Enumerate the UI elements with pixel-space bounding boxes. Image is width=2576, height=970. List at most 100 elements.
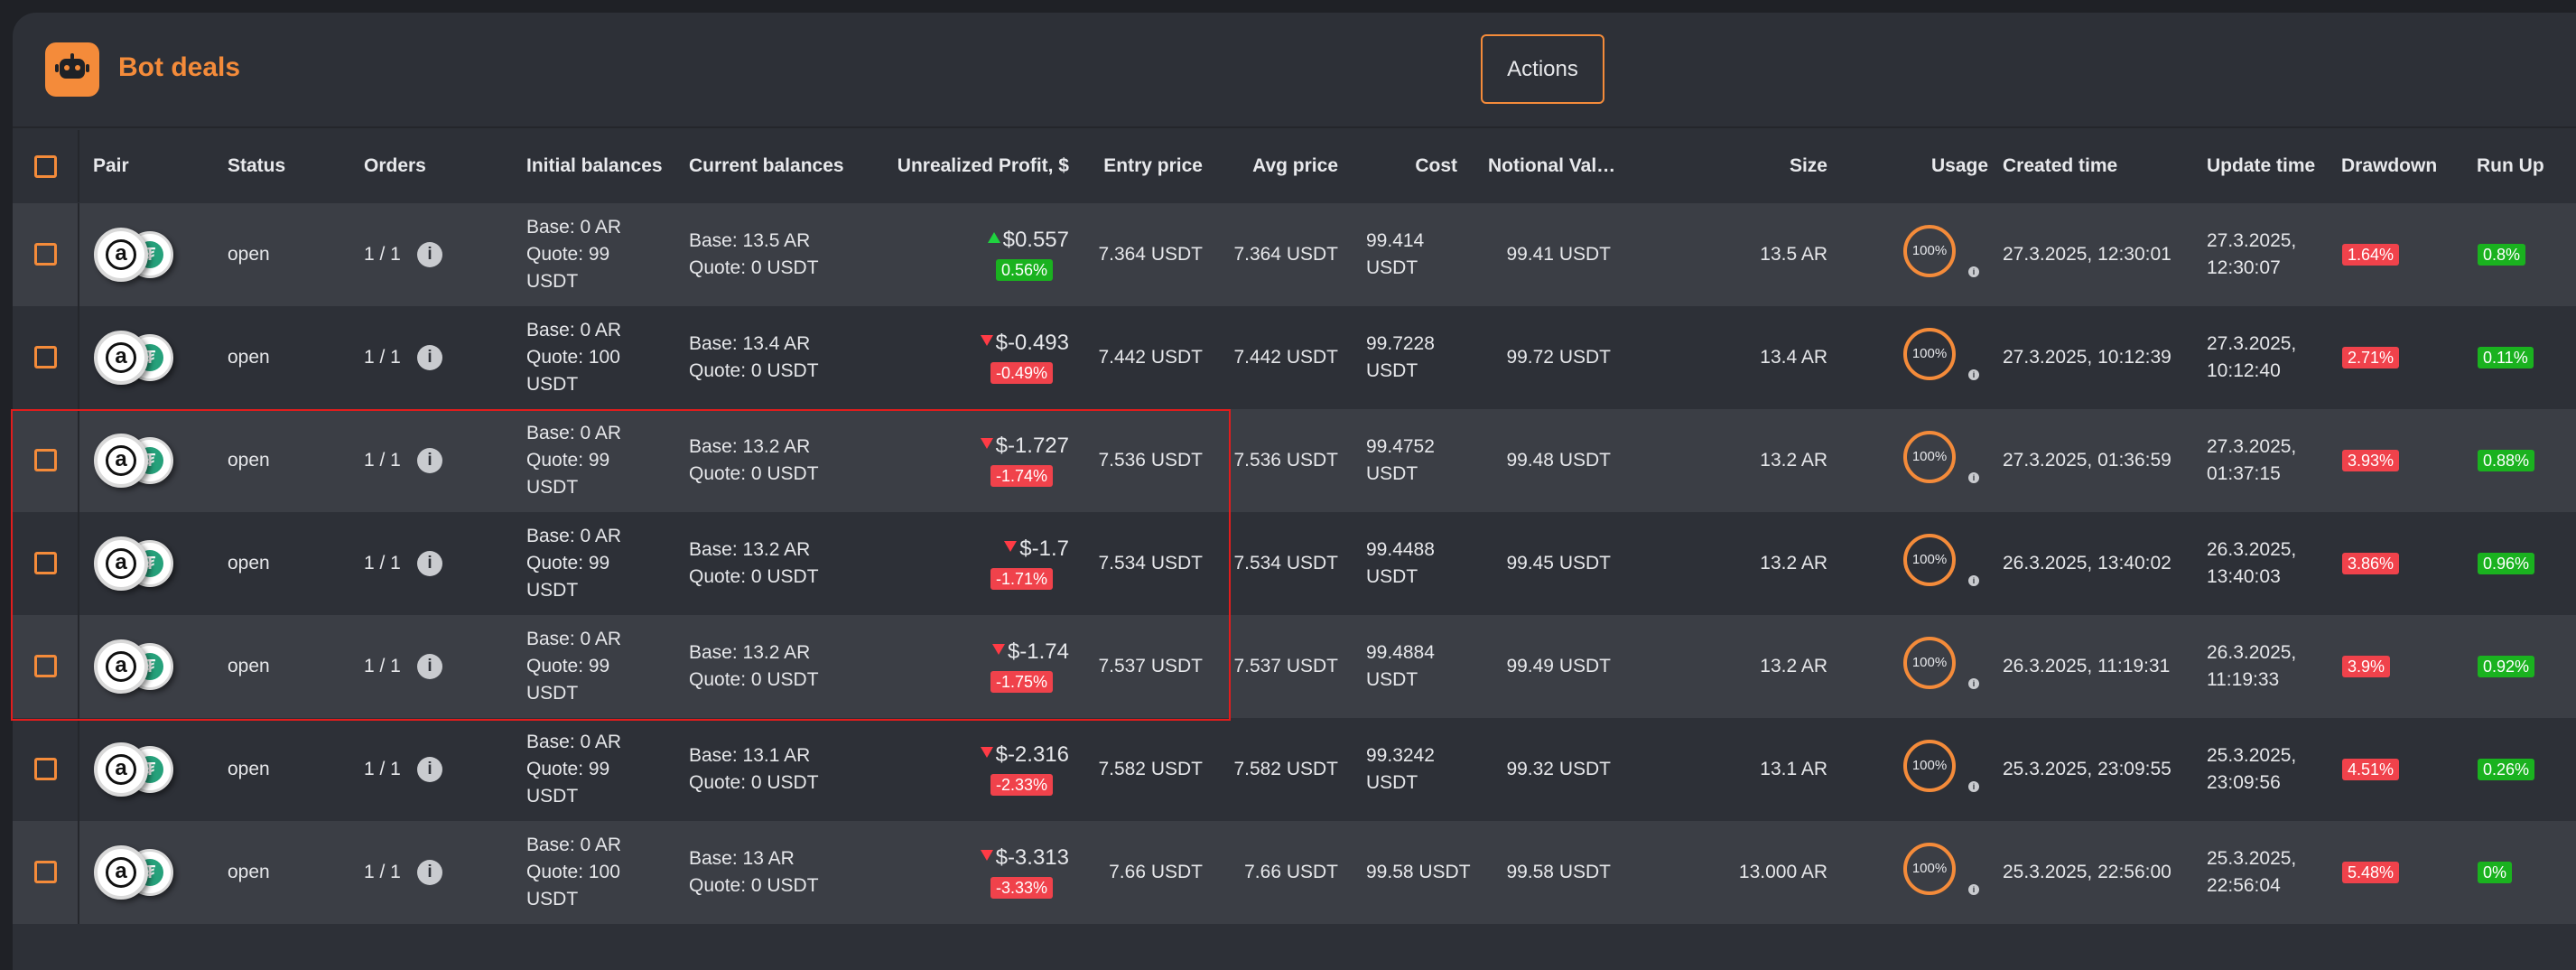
entry-price: 7.582 USDT <box>1098 759 1203 779</box>
update-clock: 12:30:07 <box>2207 257 2281 278</box>
unrealized-profit: $0.557 <box>870 227 1069 254</box>
col-size[interactable]: Size <box>1674 130 1827 202</box>
profit-percent-badge: -0.49% <box>990 362 1053 384</box>
table-row[interactable]: a ₮ open 1 / 1 i Base: 0 AR Quote: 100 U… <box>13 306 2576 409</box>
cost-unit: USDT <box>1366 257 1418 278</box>
cost-unit: USDT <box>1366 360 1418 381</box>
col-unrealized-profit[interactable]: Unrealized Profit, $ <box>870 130 1069 202</box>
avg-price: 7.66 USDT <box>1244 862 1338 882</box>
triangle-down-icon <box>980 850 993 861</box>
drawdown-badge: 5.48% <box>2342 862 2400 883</box>
info-icon[interactable]: i <box>417 860 442 885</box>
col-drawdown[interactable]: Drawdown <box>2341 130 2437 202</box>
col-current-balances[interactable]: Current balances <box>689 130 844 202</box>
current-quote: Quote: 0 USDT <box>689 875 819 896</box>
row-checkbox[interactable] <box>34 655 57 677</box>
col-usage[interactable]: Usage <box>1873 130 1988 202</box>
usage-ring: 100% <box>1903 431 1956 483</box>
initial-quote: Quote: 99 <box>526 553 610 574</box>
info-icon[interactable]: i <box>417 551 442 576</box>
col-avg-price[interactable]: Avg price <box>1204 130 1338 202</box>
usage-info-icon[interactable]: i <box>1968 266 1979 277</box>
col-orders[interactable]: Orders <box>364 130 426 202</box>
created-time: 26.3.2025, 11:19:31 <box>2003 656 2171 676</box>
update-clock: 13:40:03 <box>2207 566 2281 587</box>
info-icon[interactable]: i <box>417 242 442 267</box>
current-quote: Quote: 0 USDT <box>689 566 819 587</box>
run-up-badge: 0.26% <box>2478 759 2535 780</box>
drawdown-badge: 4.51% <box>2342 759 2400 780</box>
col-initial-balances[interactable]: Initial balances <box>526 130 663 202</box>
row-checkbox[interactable] <box>34 449 57 471</box>
initial-base: Base: 0 AR <box>526 732 622 752</box>
row-checkbox[interactable] <box>34 243 57 266</box>
profit-percent-badge: -1.74% <box>990 465 1053 487</box>
drawdown-badge: 2.71% <box>2342 347 2400 368</box>
usage-info-icon[interactable]: i <box>1968 575 1979 586</box>
col-entry-price[interactable]: Entry price <box>1078 130 1203 202</box>
table-header: Pair Status Orders Initial balances Curr… <box>13 130 2576 202</box>
profit-percent-badge: -3.33% <box>990 877 1053 899</box>
info-icon[interactable]: i <box>417 448 442 473</box>
col-status[interactable]: Status <box>228 130 285 202</box>
row-checkbox[interactable] <box>34 346 57 368</box>
select-all-checkbox[interactable] <box>34 155 57 178</box>
cost-value: 99.4752 <box>1366 436 1435 457</box>
cost-unit: USDT <box>1366 669 1418 690</box>
update-clock: 23:09:56 <box>2207 772 2281 793</box>
table-row[interactable]: a ₮ open 1 / 1 i Base: 0 AR Quote: 99 US… <box>13 615 2576 718</box>
initial-base: Base: 0 AR <box>526 217 622 238</box>
usage-info-icon[interactable]: i <box>1968 884 1979 895</box>
profit-value: $-2.316 <box>995 742 1069 767</box>
ar-coin-icon: a <box>94 536 148 591</box>
update-clock: 22:56:04 <box>2207 875 2281 896</box>
usage-info-icon[interactable]: i <box>1968 369 1979 380</box>
profit-percent-badge: 0.56% <box>995 259 1053 281</box>
orders-count: 1 / 1 <box>364 759 401 779</box>
entry-price: 7.442 USDT <box>1098 347 1203 368</box>
cost-unit: USDT <box>1366 566 1418 587</box>
orders-count: 1 / 1 <box>364 347 401 368</box>
table-row[interactable]: a ₮ open 1 / 1 i Base: 0 AR Quote: 99 US… <box>13 718 2576 821</box>
col-update-time[interactable]: Update time <box>2207 130 2315 202</box>
ar-coin-glyph: a <box>106 857 136 888</box>
row-checkbox[interactable] <box>34 552 57 574</box>
initial-quote: Quote: 99 <box>526 244 610 265</box>
initial-base: Base: 0 AR <box>526 629 622 649</box>
created-time: 26.3.2025, 13:40:02 <box>2003 553 2171 574</box>
info-icon[interactable]: i <box>417 654 442 679</box>
initial-base: Base: 0 AR <box>526 320 622 340</box>
table-row[interactable]: a ₮ open 1 / 1 i Base: 0 AR Quote: 100 U… <box>13 821 2576 924</box>
info-icon[interactable]: i <box>417 757 442 782</box>
orders-count: 1 / 1 <box>364 450 401 471</box>
notional-value: 99.58 USDT <box>1506 862 1611 882</box>
update-date: 26.3.2025, <box>2207 539 2297 560</box>
current-base: Base: 13.2 AR <box>689 436 811 457</box>
col-notional-value[interactable]: Notional Val… <box>1488 130 1615 202</box>
orders-count: 1 / 1 <box>364 553 401 574</box>
col-created-time[interactable]: Created time <box>2003 130 2117 202</box>
avg-price: 7.582 USDT <box>1233 759 1338 779</box>
usage-info-icon[interactable]: i <box>1968 472 1979 483</box>
col-pair[interactable]: Pair <box>93 130 129 202</box>
ar-coin-glyph: a <box>106 548 136 579</box>
avg-price: 7.442 USDT <box>1233 347 1338 368</box>
table-row[interactable]: a ₮ open 1 / 1 i Base: 0 AR Quote: 99 US… <box>13 512 2576 615</box>
update-date: 27.3.2025, <box>2207 436 2297 457</box>
update-clock: 10:12:40 <box>2207 360 2281 381</box>
current-base: Base: 13.1 AR <box>689 745 811 766</box>
col-cost[interactable]: Cost <box>1349 130 1457 202</box>
status-text: open <box>228 347 270 368</box>
usage-info-icon[interactable]: i <box>1968 781 1979 792</box>
avg-price: 7.364 USDT <box>1233 244 1338 265</box>
actions-button[interactable]: Actions <box>1481 34 1604 104</box>
created-time: 25.3.2025, 22:56:00 <box>2003 862 2171 882</box>
row-checkbox[interactable] <box>34 758 57 780</box>
row-checkbox[interactable] <box>34 861 57 883</box>
table-row[interactable]: a ₮ open 1 / 1 i Base: 0 AR Quote: 99 US… <box>13 409 2576 512</box>
col-run-up[interactable]: Run Up <box>2477 130 2544 202</box>
usage-info-icon[interactable]: i <box>1968 678 1979 689</box>
info-icon[interactable]: i <box>417 345 442 370</box>
table-row[interactable]: a ₮ open 1 / 1 i Base: 0 AR Quote: 99 US… <box>13 203 2576 306</box>
update-date: 27.3.2025, <box>2207 230 2297 251</box>
